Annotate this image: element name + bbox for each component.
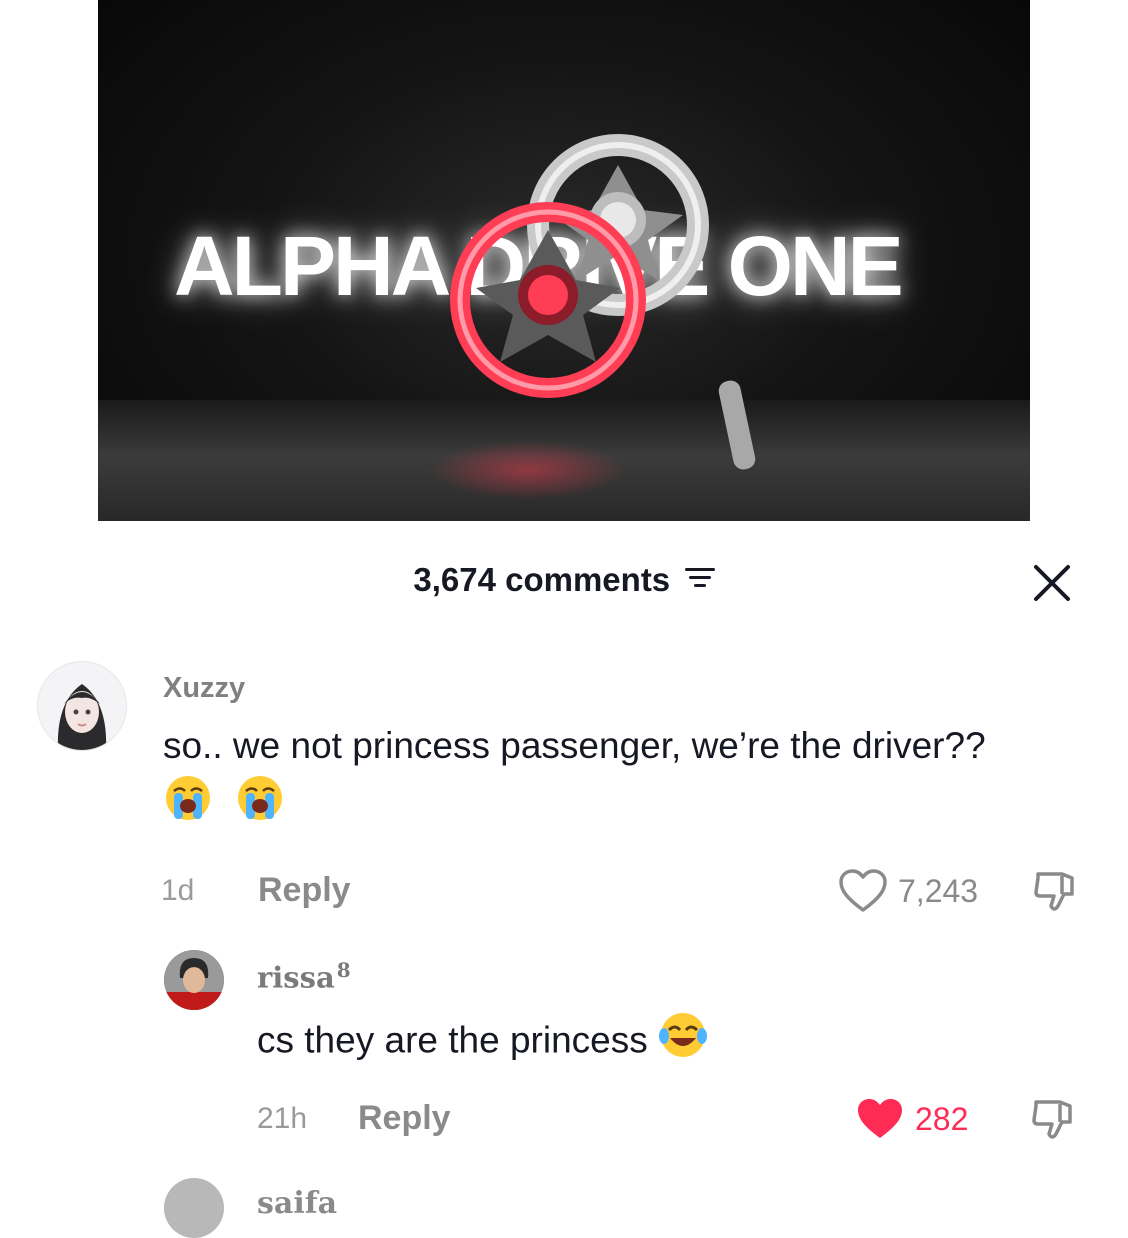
comments-header: 3,674 comments <box>0 561 1128 605</box>
dislike-button[interactable] <box>1032 868 1080 921</box>
thumbs-down-icon <box>1032 1100 1072 1139</box>
lightstick-image <box>450 134 756 470</box>
dislike-button[interactable] <box>1030 1096 1078 1149</box>
filter-lines-icon[interactable] <box>684 565 715 596</box>
video-player[interactable]: ALPHA DRIVE ONE <box>0 0 1128 560</box>
reply-avatar[interactable] <box>164 950 224 1010</box>
comment-text-body: so.. we not princess passenger, we’re th… <box>163 725 986 766</box>
face-with-tears-of-joy-icon <box>658 1010 708 1075</box>
reply-username-badge: 8 <box>336 958 351 982</box>
comment-text: so.. we not princess passenger, we’re th… <box>163 719 1043 838</box>
loudly-crying-face-icon <box>235 773 285 838</box>
video-frame: ALPHA DRIVE ONE <box>98 0 1030 560</box>
comment-time: 1d <box>161 874 195 907</box>
reply-button[interactable]: Reply <box>258 871 351 910</box>
heart-outline-icon <box>839 869 887 912</box>
like-button[interactable]: 7,243 <box>838 868 978 914</box>
comment-count: 3,674 comments <box>413 561 671 598</box>
like-button[interactable]: 282 <box>855 1096 968 1142</box>
comment-username[interactable]: Xuzzy <box>163 672 245 705</box>
heart-filled-icon <box>858 1099 902 1138</box>
loudly-crying-face-icon <box>163 773 213 838</box>
reply-button[interactable]: Reply <box>358 1099 451 1138</box>
close-button[interactable] <box>1030 561 1074 605</box>
avatar[interactable] <box>37 661 127 751</box>
reply-time: 21h <box>257 1102 308 1135</box>
close-x-icon <box>1034 565 1070 601</box>
reply-username[interactable]: rissa 8 <box>257 958 351 995</box>
thumbs-down-icon <box>1034 872 1074 911</box>
reply-text: cs they are the princess <box>257 1010 1057 1075</box>
next-comment-username[interactable]: saifa <box>257 1186 337 1221</box>
like-count: 282 <box>915 1100 969 1137</box>
next-comment-avatar[interactable] <box>164 1178 224 1238</box>
reply-text-body: cs they are the princess <box>257 1019 648 1061</box>
like-count: 7,243 <box>898 872 979 909</box>
reply-username-text: rissa <box>257 960 335 995</box>
